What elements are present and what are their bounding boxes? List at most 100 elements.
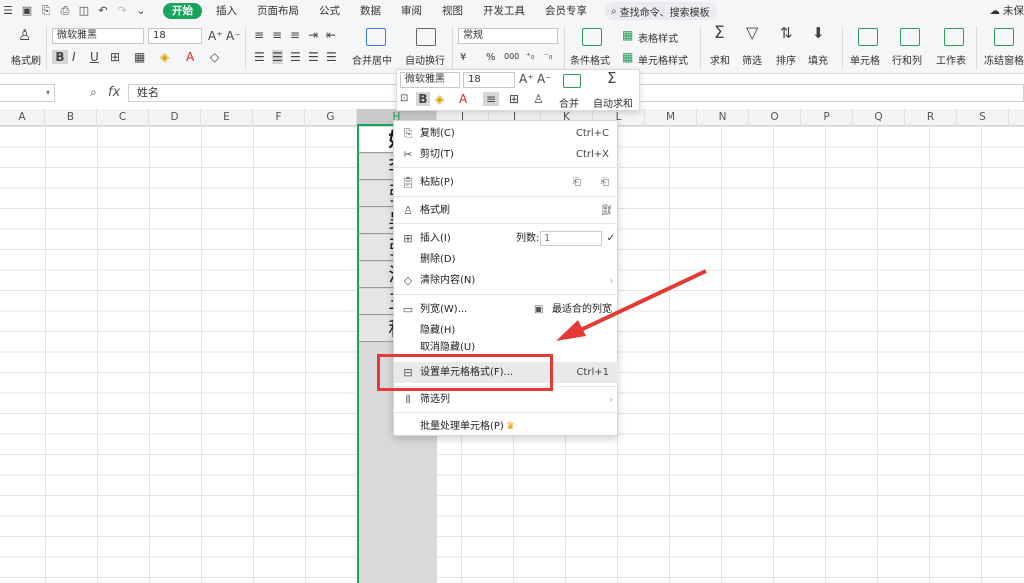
worksheet-icon[interactable] xyxy=(944,28,964,46)
menu-item-batch-process[interactable]: 批量处理单元格(P) ♛ xyxy=(394,416,619,437)
font-name-select[interactable]: 微软雅黑 xyxy=(52,28,144,44)
wrap-icon[interactable]: ⊡ xyxy=(400,92,408,106)
align-right-icon[interactable]: ☰ xyxy=(290,50,301,64)
tab-view[interactable]: 视图 xyxy=(432,0,473,22)
indent-icon[interactable]: ⇥ xyxy=(308,28,318,42)
menu-item-copy[interactable]: ⎘ 复制(C) Ctrl+C xyxy=(394,123,619,144)
menu-item-hide[interactable]: 隐藏(H) xyxy=(394,320,619,341)
border-icon[interactable]: ⊞ xyxy=(110,50,120,64)
column-header-c[interactable]: C xyxy=(97,109,149,126)
chevron-down-icon[interactable]: ⌄ xyxy=(135,5,147,17)
sort-button[interactable]: 排序 xyxy=(776,52,796,67)
paste-values-icon[interactable]: ⎗ xyxy=(573,172,581,193)
increase-decimal-icon[interactable]: ⁺₀ xyxy=(526,50,534,64)
menu-item-delete[interactable]: 删除(D) xyxy=(394,249,619,270)
print-preview-icon[interactable]: ◫ xyxy=(78,5,90,17)
align-top-icon[interactable]: ≡ xyxy=(254,28,264,42)
cell-icon[interactable] xyxy=(858,28,878,46)
auto-sum-button[interactable]: 自动求和 xyxy=(593,95,633,110)
column-count-input[interactable]: 1 xyxy=(540,231,602,246)
align-center-icon[interactable]: ☰ xyxy=(272,50,283,64)
increase-font-icon[interactable]: A⁺ xyxy=(208,29,223,43)
check-icon[interactable]: ✓ xyxy=(607,228,615,249)
column-header-s[interactable]: S xyxy=(957,109,1009,126)
column-header-f[interactable]: F xyxy=(253,109,305,126)
sum-icon[interactable]: Σ xyxy=(607,71,616,86)
merge-button[interactable]: 合并 xyxy=(559,95,579,110)
bold-icon[interactable]: B xyxy=(52,50,68,64)
cell-button[interactable]: 单元格 xyxy=(850,52,880,67)
merge-center-icon[interactable] xyxy=(366,28,386,46)
fill-button[interactable]: 填充 xyxy=(808,52,828,67)
paste-special-icon[interactable]: ⎗ xyxy=(601,172,609,193)
bold-icon[interactable]: B xyxy=(416,92,430,106)
eraser-icon[interactable]: ◇ xyxy=(210,50,219,64)
column-header-q[interactable]: Q xyxy=(853,109,905,126)
conditional-format-icon[interactable] xyxy=(582,28,602,46)
best-fit-button[interactable]: 最适合的列宽 xyxy=(552,299,612,320)
font-color-icon[interactable]: A xyxy=(459,92,467,106)
freeze-button[interactable]: 冻结窗格 xyxy=(984,52,1024,67)
menu-item-clear[interactable]: ◇ 清除内容(N) › xyxy=(394,270,619,291)
sort-icon[interactable]: ⇅ xyxy=(780,26,793,41)
filter-icon[interactable]: ▽ xyxy=(746,25,758,41)
align-center-icon[interactable]: ≡ xyxy=(483,92,499,106)
format-brush-icon[interactable]: ⛽︎ xyxy=(600,200,613,221)
border-icon[interactable]: ⊞ xyxy=(509,92,519,106)
fx-label[interactable]: fx xyxy=(108,85,120,100)
tab-formulas[interactable]: 公式 xyxy=(309,0,350,22)
font-size-select[interactable]: 18 xyxy=(148,28,202,44)
tab-review[interactable]: 审阅 xyxy=(391,0,432,22)
auto-wrap-button[interactable]: 自动换行 xyxy=(405,52,445,67)
cell-style-icon[interactable]: ▦ xyxy=(622,50,633,64)
chevron-down-icon[interactable]: ▾ xyxy=(46,88,50,97)
column-header-p[interactable]: P xyxy=(801,109,853,126)
currency-button[interactable]: ¥ xyxy=(460,52,466,63)
thousands-button[interactable]: 000 xyxy=(504,52,519,61)
outdent-icon[interactable]: ⇤ xyxy=(326,28,336,42)
align-left-icon[interactable]: ☰ xyxy=(254,50,265,64)
freeze-icon[interactable] xyxy=(994,28,1014,46)
increase-font-icon[interactable]: A⁺ xyxy=(519,72,534,86)
merge-icon[interactable] xyxy=(563,74,581,88)
export-icon[interactable]: ⎘ xyxy=(40,5,52,17)
decrease-font-icon[interactable]: A⁻ xyxy=(537,72,552,86)
align-bottom-icon[interactable]: ≡ xyxy=(290,28,300,42)
decrease-decimal-icon[interactable]: ⁻₀ xyxy=(544,50,552,64)
table-style-button[interactable]: 表格样式 xyxy=(638,30,678,45)
tab-insert[interactable]: 插入 xyxy=(206,0,247,22)
decrease-font-icon[interactable]: A⁻ xyxy=(226,29,241,43)
sum-icon[interactable]: Σ xyxy=(714,25,725,42)
menu-item-paste[interactable]: 📋︎ 粘贴(P) ⎗ ⎗ xyxy=(394,172,619,193)
undo-icon[interactable]: ↶ xyxy=(97,5,109,17)
merge-center-button[interactable]: 合并居中 xyxy=(352,52,392,67)
tab-member[interactable]: 会员专享 xyxy=(535,0,597,22)
tab-data[interactable]: 数据 xyxy=(350,0,391,22)
column-header-g[interactable]: G xyxy=(305,109,357,126)
column-header-r[interactable]: R xyxy=(905,109,957,126)
save-icon[interactable]: ▣ xyxy=(21,5,33,17)
tab-home[interactable]: 开始 xyxy=(163,3,202,19)
auto-wrap-icon[interactable] xyxy=(416,28,436,46)
format-painter-icon[interactable]: ♙ xyxy=(18,28,31,43)
justify-icon[interactable]: ☰ xyxy=(308,50,319,64)
percent-button[interactable]: % xyxy=(486,52,496,63)
file-icon[interactable]: ☰ xyxy=(2,5,14,17)
format-painter-icon[interactable]: ♙ xyxy=(533,92,544,106)
column-header-e[interactable]: E xyxy=(201,109,253,126)
fill-color-icon[interactable]: ◈ xyxy=(160,50,169,64)
column-header-m[interactable]: M xyxy=(645,109,697,126)
mini-font-name[interactable]: 微软雅黑 xyxy=(400,72,460,88)
sum-button[interactable]: 求和 xyxy=(710,52,730,67)
fill-pattern-icon[interactable]: ▦ xyxy=(134,50,145,64)
distributed-icon[interactable]: ☰ xyxy=(326,50,337,64)
mini-font-size[interactable]: 18 xyxy=(463,72,515,88)
menu-item-insert[interactable]: ⊞ 插入(I) 列数: 1 ✓ xyxy=(394,228,619,249)
table-style-icon[interactable]: ▦ xyxy=(622,28,633,42)
command-search[interactable]: ⌕ 查找命令、搜索模板 xyxy=(605,2,717,20)
row-col-icon[interactable] xyxy=(900,28,920,46)
fill-color-icon[interactable]: ◈ xyxy=(435,92,444,106)
menu-item-cut[interactable]: ✂ 剪切(T) Ctrl+X xyxy=(394,144,619,165)
filter-button[interactable]: 筛选 xyxy=(742,52,762,67)
menu-item-unhide[interactable]: 取消隐藏(U) xyxy=(394,341,619,353)
